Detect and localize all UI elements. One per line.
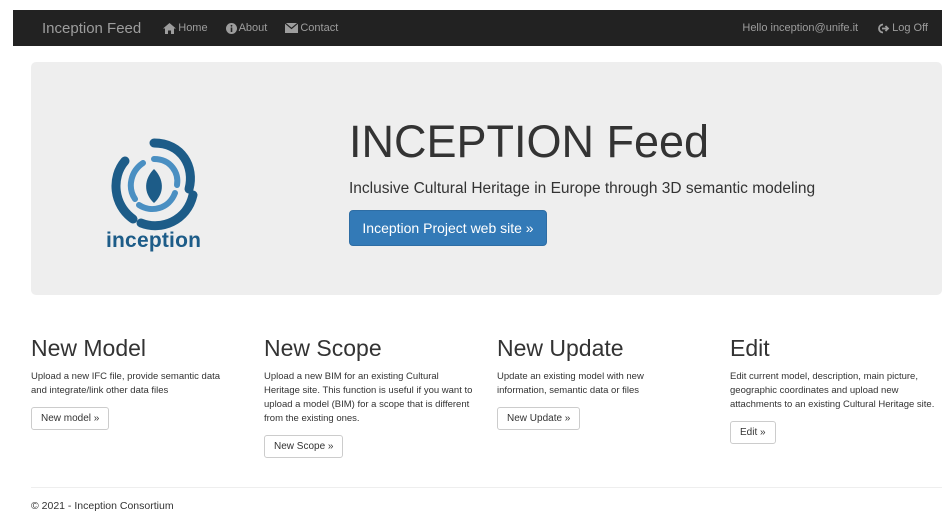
hero-subtitle: Inclusive Cultural Heritage in Europe th… <box>349 180 816 197</box>
card-title: Edit <box>730 335 770 361</box>
card-description: Upload a new IFC file, provide semantic … <box>31 371 221 396</box>
user-greeting-link[interactable]: Hello inception@unife.it <box>742 22 858 34</box>
card-edit: Edit Edit current model, description, ma… <box>730 335 942 444</box>
edit-button[interactable]: Edit » <box>730 421 776 444</box>
nav-home-label: Home <box>178 22 208 34</box>
info-icon <box>225 22 237 34</box>
card-description: Upload a new BIM for an existing Cultura… <box>264 371 473 424</box>
new-model-button[interactable]: New model » <box>31 407 110 430</box>
nav-home[interactable]: Home <box>163 22 208 34</box>
logoff-label: Log Off <box>892 22 928 34</box>
card-title: New Update <box>497 335 624 361</box>
nav-contact[interactable]: Contact <box>285 22 338 34</box>
card-new-scope: New Scope Upload a new BIM for an existi… <box>264 335 474 458</box>
project-website-button[interactable]: Inception Project web site » <box>349 210 547 246</box>
nav-right: Hello inception@unife.it Log Off <box>722 22 942 34</box>
nav-about-label: About <box>238 22 268 34</box>
envelope-icon <box>285 23 299 33</box>
new-scope-button[interactable]: New Scope » <box>264 435 344 458</box>
card-description: Update an existing model with new inform… <box>497 371 644 396</box>
new-update-button[interactable]: New Update » <box>497 407 581 430</box>
card-new-update: New Update Update an existing model with… <box>497 335 657 430</box>
footer-divider <box>31 487 942 488</box>
logout-icon <box>878 23 890 33</box>
nav-about[interactable]: About <box>225 22 268 34</box>
hero-title: INCEPTION Feed <box>349 116 710 167</box>
card-title: New Model <box>31 335 147 361</box>
card-title: New Scope <box>264 335 382 361</box>
logo-wordmark: inception <box>106 229 202 252</box>
footer-copyright: © 2021 - Inception Consortium <box>31 500 174 512</box>
inception-logo <box>111 138 198 231</box>
card-description: Edit current model, description, main pi… <box>730 371 935 410</box>
home-icon <box>163 22 177 34</box>
hero-jumbotron: inception INCEPTION Feed Inclusive Cultu… <box>31 62 942 295</box>
card-new-model: New Model Upload a new IFC file, provide… <box>31 335 231 430</box>
brand-link[interactable]: Inception Feed <box>42 20 141 37</box>
logoff-link[interactable]: Log Off <box>878 22 928 34</box>
nav-contact-label: Contact <box>300 22 339 34</box>
top-navbar: Inception Feed Home About Contact Hello … <box>13 10 942 46</box>
